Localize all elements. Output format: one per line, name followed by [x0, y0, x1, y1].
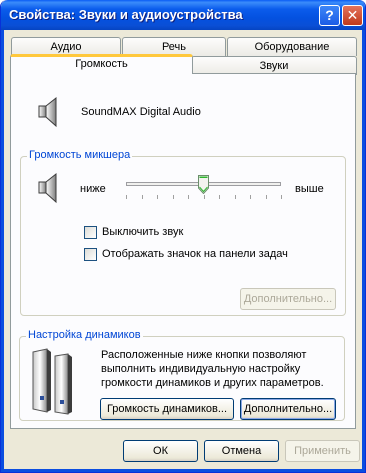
- apply-button[interactable]: Применить: [285, 440, 360, 462]
- volume-slider-tick: [250, 195, 251, 199]
- desktop-speakers-icon: [32, 348, 72, 415]
- mixer-group-title: Громкость микшера: [27, 149, 133, 161]
- mute-label[interactable]: Выключить звук: [102, 226, 183, 238]
- title-bar[interactable]: Свойства: Звуки и аудиоустройства ? ✕: [1, 0, 365, 30]
- volume-slider-tick: [188, 195, 189, 199]
- window-frame-right: [362, 30, 365, 472]
- speaker-group-title: Настройка динамиков: [26, 329, 143, 341]
- tray-icon-label[interactable]: Отображать значок на панели задач: [102, 248, 288, 260]
- window-frame-bottom: [1, 469, 365, 472]
- speaker-description-line-3: громкости динамиков и других параметров.: [101, 377, 324, 389]
- speaker-description-line-2: выполнить индивидуальную настройку: [101, 363, 301, 375]
- tab-volume[interactable]: Громкость: [10, 54, 193, 74]
- slider-low-label: ниже: [80, 183, 106, 195]
- volume-slider-tick: [219, 195, 220, 199]
- close-button[interactable]: ✕: [342, 5, 363, 26]
- volume-slider-tick: [265, 195, 267, 199]
- mixer-speaker-icon: [38, 172, 57, 204]
- speaker-icon: [38, 96, 57, 128]
- ok-button[interactable]: ОК: [123, 440, 198, 462]
- help-button[interactable]: ?: [319, 5, 340, 26]
- volume-slider-tick: [234, 195, 236, 199]
- cancel-button[interactable]: Отмена: [204, 440, 279, 462]
- window-title: Свойства: Звуки и аудиоустройства: [9, 7, 243, 22]
- volume-slider-tick: [203, 195, 205, 199]
- mixer-advanced-button[interactable]: Дополнительно...: [240, 288, 336, 310]
- dialog-window: Свойства: Звуки и аудиоустройства ? ✕ Ау…: [0, 0, 366, 473]
- volume-slider-tick: [172, 195, 174, 199]
- volume-slider-tick: [157, 195, 158, 199]
- speaker-advanced-button[interactable]: Дополнительно...: [240, 398, 336, 420]
- mute-checkbox[interactable]: [84, 226, 97, 239]
- speaker-description-line-1: Расположенные ниже кнопки позволяют: [101, 349, 307, 361]
- tray-icon-checkbox[interactable]: [84, 248, 97, 261]
- volume-slider-tick: [126, 195, 127, 199]
- speaker-volume-button[interactable]: Громкость динамиков...: [100, 398, 234, 420]
- volume-slider-tick: [141, 195, 143, 199]
- volume-slider-thumb[interactable]: [198, 175, 209, 194]
- slider-high-label: выше: [295, 183, 324, 195]
- volume-slider-tick: [281, 195, 282, 199]
- window-frame-left: [1, 30, 4, 472]
- tab-hardware[interactable]: Оборудование: [227, 37, 357, 56]
- device-name: SoundMAX Digital Audio: [81, 106, 201, 118]
